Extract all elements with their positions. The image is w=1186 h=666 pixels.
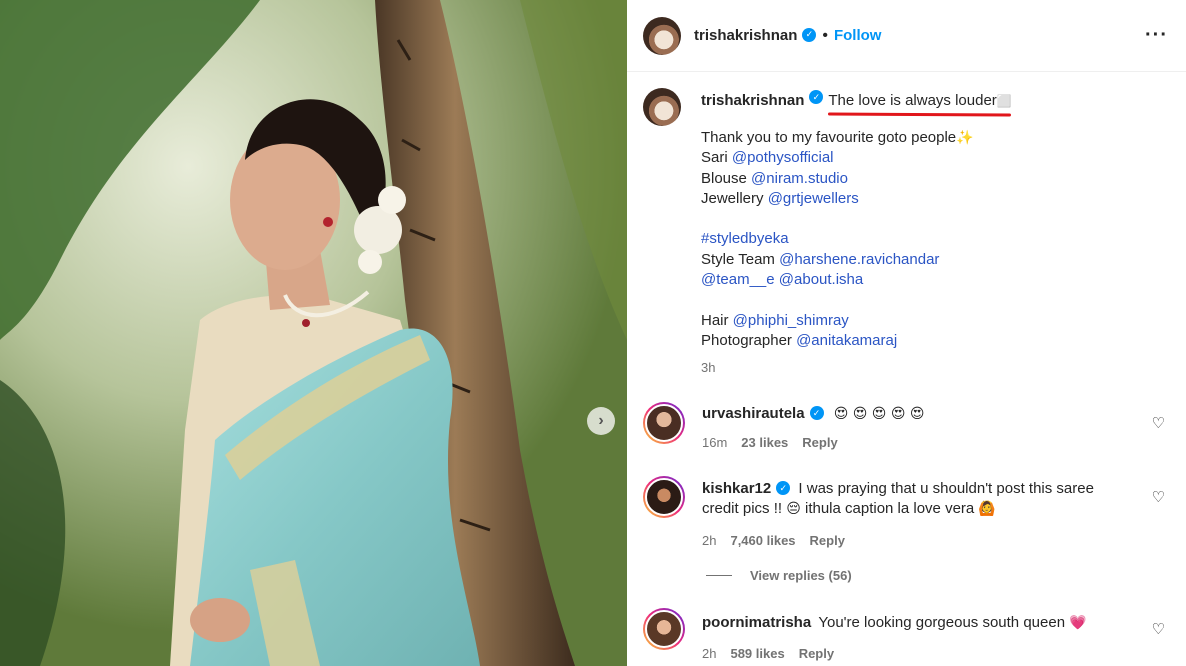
caption-line: Photographer @anitakamaraj: [701, 331, 1012, 351]
mention-link[interactable]: @pothysofficial: [732, 149, 834, 166]
caption-headline: The love is always louder⬜: [828, 91, 1012, 117]
comment-likes[interactable]: 7,460 likes: [730, 531, 795, 551]
mention-link[interactable]: @harshene.ravichandar: [779, 251, 939, 268]
like-heart-icon[interactable]: ♡: [1152, 414, 1165, 432]
comment-likes[interactable]: 23 likes: [741, 433, 788, 453]
reply-button[interactable]: Reply: [799, 644, 834, 664]
comment-timestamp[interactable]: 16m: [702, 433, 727, 453]
caption-line: Thank you to my favourite goto people✨: [701, 128, 1012, 148]
caption-label: Style Team: [701, 250, 780, 268]
post-caption: trishakrishnan ✓ The love is always loud…: [643, 88, 1163, 379]
comment-meta: 2h 589 likes Reply: [702, 644, 1122, 664]
pink-heart-emoji-icon: 💗: [1069, 615, 1087, 631]
reply-button[interactable]: Reply: [802, 433, 837, 453]
caption-line: Hair @phiphi_shimray: [701, 311, 1012, 331]
comment-meta: 16m 23 likes Reply: [702, 433, 1122, 453]
caption-line: Sari @pothysofficial: [701, 148, 1012, 168]
comment-timestamp[interactable]: 2h: [702, 644, 716, 664]
commenter-username[interactable]: kishkar12: [702, 480, 771, 497]
comment-timestamp[interactable]: 2h: [702, 531, 716, 551]
comment-item: urvashirautela ✓ 😍 😍 😍 😍 😍 16m 23 likes R…: [643, 402, 1173, 453]
chevron-right-icon: ›: [598, 412, 604, 429]
view-replies-button[interactable]: View replies (56): [706, 568, 852, 583]
post-photo[interactable]: ›: [0, 0, 627, 666]
commenter-avatar[interactable]: [643, 476, 685, 518]
view-replies-dash: [706, 575, 732, 576]
heart-eyes-emoji-icon: 😍 😍 😍 😍 😍: [833, 406, 925, 422]
pensive-emoji-icon: 😔: [786, 501, 801, 517]
caption-label: Photographer: [701, 331, 797, 349]
commenter-avatar[interactable]: [643, 402, 685, 444]
photo-illustration: [0, 0, 627, 666]
gesture-emoji-icon: 🙆: [978, 501, 996, 517]
post-timestamp[interactable]: 3h: [701, 358, 1012, 378]
follow-button[interactable]: Follow: [834, 27, 882, 44]
caption-line: Jewellery @grtjewellers: [701, 189, 1012, 209]
caption-line: Style Team @harshene.ravichandar: [701, 250, 1012, 270]
caption-label: Jewellery: [701, 189, 768, 207]
post-side-panel: trishakrishnan ✓ • Follow ··· trishakris…: [627, 0, 1186, 666]
caption-label: Sari: [701, 149, 732, 167]
commenter-username[interactable]: poornimatrisha: [702, 614, 811, 631]
author-avatar[interactable]: [643, 16, 681, 55]
more-horizontal-icon[interactable]: ···: [1145, 24, 1168, 47]
caption-line: @team__e @about.isha: [701, 270, 1012, 290]
comment-text: ithula caption la love vera: [800, 500, 979, 517]
reply-button[interactable]: Reply: [810, 531, 845, 551]
hashtag-link[interactable]: #styledbyeka: [701, 230, 789, 247]
verified-badge-icon: ✓: [802, 27, 817, 42]
comment-item: kishkar12 ✓ I was praying that u shouldn'…: [643, 476, 1173, 551]
mention-link[interactable]: @phiphi_shimray: [733, 312, 849, 329]
like-heart-icon[interactable]: ♡: [1152, 620, 1165, 638]
verified-badge-icon: ✓: [809, 90, 824, 104]
verified-badge-icon: ✓: [809, 406, 824, 421]
mention-link[interactable]: @about.isha: [779, 271, 863, 288]
mention-link[interactable]: @team__e: [701, 271, 775, 288]
caption-label: Hair: [701, 311, 733, 329]
author-username[interactable]: trishakrishnan: [694, 27, 797, 44]
mention-link[interactable]: @niram.studio: [751, 170, 848, 187]
sparkles-icon: ✨: [956, 130, 974, 146]
comment-text: You're looking gorgeous south queen: [818, 614, 1070, 631]
mention-link[interactable]: @grtjewellers: [768, 190, 859, 207]
commenter-username[interactable]: urvashirautela: [702, 405, 805, 422]
verified-badge-icon: ✓: [776, 481, 791, 496]
comment-item: poornimatrisha You're looking gorgeous s…: [643, 608, 1173, 664]
caption-line-text: Thank you to my favourite goto people: [701, 129, 957, 146]
separator-dot: •: [822, 26, 828, 44]
caption-label: Blouse: [701, 169, 752, 187]
caption-author-username[interactable]: trishakrishnan: [701, 91, 804, 111]
post-header: trishakrishnan ✓ • Follow ···: [627, 0, 1186, 72]
caption-author-avatar[interactable]: [643, 88, 681, 126]
view-replies-label: View replies (56): [750, 568, 852, 583]
next-photo-button[interactable]: ›: [587, 407, 615, 435]
caption-line: Blouse @niram.studio: [701, 169, 1012, 189]
mention-link[interactable]: @anitakamaraj: [796, 332, 897, 349]
caption-missing-glyph: ⬜: [996, 94, 1012, 108]
caption-line: #styledbyeka: [701, 229, 1012, 249]
like-heart-icon[interactable]: ♡: [1152, 488, 1165, 506]
comment-meta: 2h 7,460 likes Reply: [702, 531, 1122, 551]
caption-headline-text: The love is always louder: [828, 92, 997, 109]
comment-likes[interactable]: 589 likes: [730, 644, 784, 664]
commenter-avatar[interactable]: [643, 608, 685, 650]
